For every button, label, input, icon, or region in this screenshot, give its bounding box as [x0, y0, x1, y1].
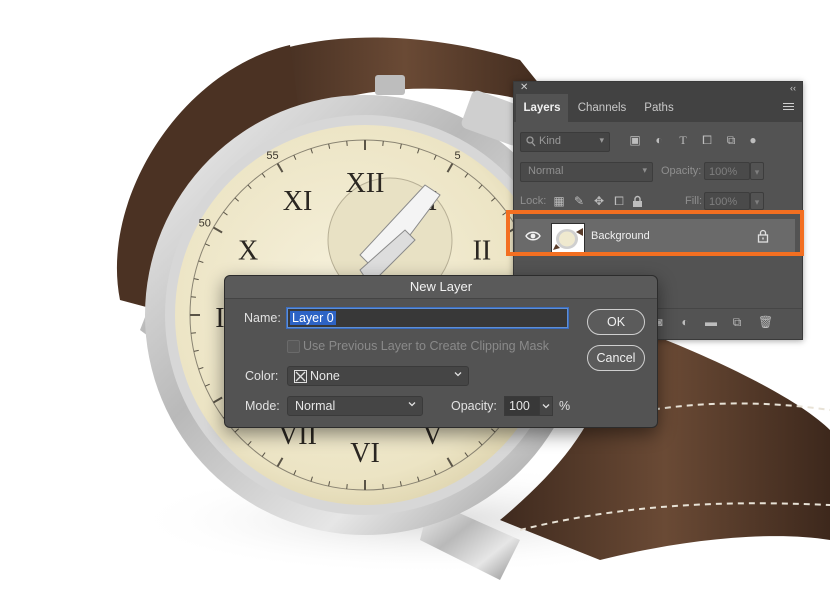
chevron-down-icon: [408, 402, 416, 407]
layer-filter-row: Kind ▾ ▣ ◐ T ⧠ ⧉ ●: [520, 132, 796, 152]
roman-numeral: II: [473, 236, 492, 267]
highlight-annotation: [506, 210, 804, 256]
trash-icon[interactable]: 🗑: [758, 315, 773, 329]
ok-button[interactable]: OK: [587, 309, 645, 335]
minute-tick: [190, 332, 196, 334]
search-icon: [526, 136, 536, 147]
collapse-icon[interactable]: ‹‹: [790, 82, 796, 94]
adjustment-filter-icon[interactable]: ◐: [652, 133, 666, 147]
minute-tick: [382, 140, 384, 146]
lock-image-icon[interactable]: ✎: [572, 194, 586, 208]
chevron-down-icon: ▾: [642, 165, 647, 175]
opacity-field[interactable]: 100%: [704, 162, 750, 180]
fill-label: Fill:: [685, 195, 703, 207]
close-icon[interactable]: ✕: [520, 82, 528, 94]
tab-channels[interactable]: Channels: [572, 94, 632, 122]
roman-numeral: XI: [283, 186, 313, 217]
minute-tick: [382, 484, 384, 490]
lock-row: Lock: ▦ ✎ ✥ ⧠ Fill: 100% ▾: [520, 192, 796, 212]
minute-tick: [346, 484, 348, 490]
panel-tabs: Layers Channels Paths: [514, 94, 802, 122]
lock-artboard-icon[interactable]: ⧠: [612, 194, 626, 208]
adjustment-layer-icon[interactable]: ◐: [678, 315, 692, 329]
lock-position-icon[interactable]: ✥: [592, 194, 606, 208]
roman-numeral: XII: [346, 168, 385, 199]
kind-filter-select[interactable]: Kind ▾: [520, 132, 610, 152]
opacity-label: Opacity:: [661, 165, 702, 177]
opacity-unit: %: [559, 399, 571, 413]
panel-menu-icon[interactable]: [783, 103, 794, 111]
lock-label: Lock:: [520, 195, 547, 207]
pixel-filter-icon[interactable]: ▣: [628, 133, 642, 147]
opacity-label: Opacity:: [451, 399, 497, 413]
clipping-mask-checkbox[interactable]: [287, 340, 300, 353]
opacity-input[interactable]: 100: [504, 396, 540, 416]
dialog-title: New Layer: [225, 276, 657, 299]
document-canvas: XIIIIIIIIIVVVIVIIVIIIIXXXI 555051015 ✕ ‹…: [0, 0, 830, 611]
new-layer-icon[interactable]: ⧉: [730, 315, 744, 329]
color-value: None: [310, 369, 340, 383]
layer-name-input[interactable]: Layer 0: [287, 308, 568, 328]
new-layer-dialog: New Layer Name: Layer 0 Use Previous Lay…: [224, 275, 658, 428]
minute-label: 50: [199, 218, 211, 230]
blend-mode-value: Normal: [528, 165, 564, 177]
smart-object-filter-icon[interactable]: ⧉: [724, 133, 738, 147]
minute-label: 55: [266, 150, 278, 162]
tab-paths[interactable]: Paths: [638, 94, 680, 122]
lock-transparent-icon[interactable]: ▦: [552, 194, 566, 208]
lock-all-icon[interactable]: [632, 195, 643, 208]
chevron-down-icon[interactable]: ▾: [750, 192, 764, 210]
color-label: Color:: [245, 369, 279, 383]
layer-name-value: Layer 0: [290, 311, 336, 325]
no-color-icon: [294, 370, 307, 383]
roman-numeral: VI: [350, 438, 380, 469]
crown-top: [375, 75, 405, 95]
opacity-dropdown[interactable]: [539, 396, 553, 416]
filter-toggle-icon[interactable]: ●: [746, 133, 760, 147]
minute-tick: [190, 296, 196, 298]
fill-field[interactable]: 100%: [704, 192, 750, 210]
chevron-down-icon: ▾: [599, 135, 604, 145]
tab-layers[interactable]: Layers: [516, 94, 568, 122]
type-filter-icon[interactable]: T: [676, 133, 690, 147]
cancel-button[interactable]: Cancel: [587, 345, 645, 371]
mode-label: Mode:: [245, 399, 280, 413]
blend-row: Normal ▾ Opacity: 100% ▾: [520, 162, 796, 182]
folder-icon[interactable]: ▬: [704, 315, 718, 329]
chevron-down-icon: [542, 404, 550, 409]
panel-title-bar: ✕ ‹‹: [514, 82, 802, 94]
name-label: Name:: [244, 311, 281, 325]
color-select[interactable]: None: [287, 366, 469, 386]
shape-filter-icon[interactable]: ⧠: [700, 133, 714, 147]
minute-tick: [346, 140, 348, 146]
chevron-down-icon: [454, 372, 462, 377]
blend-mode-select[interactable]: Normal ▾: [520, 162, 653, 182]
clipping-mask-label: Use Previous Layer to Create Clipping Ma…: [303, 339, 549, 353]
minute-label: 5: [454, 150, 460, 162]
mode-select[interactable]: Normal: [287, 396, 423, 416]
roman-numeral: X: [238, 236, 258, 267]
chevron-down-icon[interactable]: ▾: [750, 162, 764, 180]
mode-value: Normal: [295, 399, 336, 413]
kind-label: Kind: [539, 135, 562, 147]
